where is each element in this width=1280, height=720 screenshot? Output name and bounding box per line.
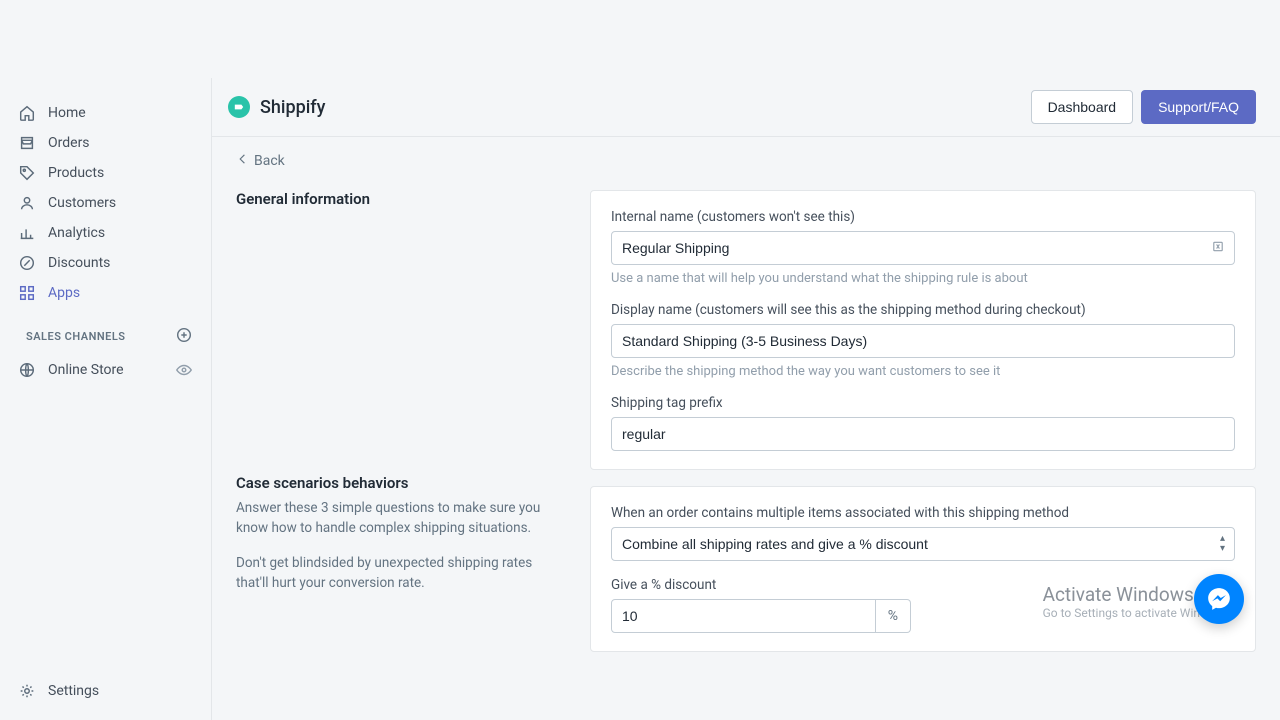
case-scenarios-desc-2: Don't get blindsided by unexpected shipp… [236, 553, 566, 594]
tag-prefix-input[interactable] [611, 417, 1235, 451]
sidebar-item-label: Analytics [48, 225, 105, 241]
discount-input[interactable] [611, 599, 876, 633]
analytics-icon [18, 224, 36, 242]
channels-label-text: SALES CHANNELS [26, 330, 126, 343]
case-scenarios-heading: Case scenarios behaviors [236, 474, 566, 492]
back-link[interactable]: Back [236, 152, 285, 170]
sidebar-item-settings[interactable]: Settings [0, 672, 211, 720]
internal-name-help: Use a name that will help you understand… [611, 271, 1235, 286]
main-content: Shippify Dashboard Support/FAQ Back Gene… [212, 78, 1280, 720]
discount-label: Give a % discount [611, 577, 1235, 593]
display-name-input[interactable] [611, 324, 1235, 358]
sidebar-item-label: Products [48, 165, 104, 181]
sidebar-item-orders[interactable]: Orders [0, 128, 211, 158]
messenger-chat-button[interactable] [1194, 574, 1244, 624]
back-text: Back [254, 153, 285, 169]
sidebar-item-customers[interactable]: Customers [0, 188, 211, 218]
sidebar-item-label: Apps [48, 285, 80, 301]
multi-items-select[interactable]: Combine all shipping rates and give a % … [611, 527, 1235, 561]
sidebar-item-label: Online Store [48, 362, 124, 378]
user-icon [18, 194, 36, 212]
support-faq-button[interactable]: Support/FAQ [1141, 90, 1256, 124]
chevron-left-icon [236, 152, 250, 170]
sidebar-item-label: Customers [48, 195, 116, 211]
home-icon [18, 104, 36, 122]
sidebar-item-online-store[interactable]: Online Store [0, 355, 211, 385]
app-logo-icon [228, 96, 250, 118]
general-info-card: Internal name (customers won't see this)… [590, 190, 1256, 470]
orders-icon [18, 134, 36, 152]
apps-icon [18, 284, 36, 302]
sidebar-item-label: Discounts [48, 255, 110, 271]
eye-icon[interactable] [175, 361, 193, 379]
dashboard-button[interactable]: Dashboard [1031, 90, 1134, 124]
internal-name-label: Internal name (customers won't see this) [611, 209, 1235, 225]
gear-icon [18, 682, 36, 700]
sidebar-item-home[interactable]: Home [0, 98, 211, 128]
sidebar-item-label: Settings [48, 683, 99, 699]
tag-icon [18, 164, 36, 182]
display-name-help: Describe the shipping method the way you… [611, 364, 1235, 379]
tag-prefix-label: Shipping tag prefix [611, 395, 1235, 411]
sidebar-item-label: Orders [48, 135, 90, 151]
add-channel-icon[interactable] [175, 326, 193, 347]
messenger-icon [1206, 586, 1232, 612]
discount-unit: % [876, 599, 911, 633]
store-icon [18, 361, 36, 379]
case-scenarios-card: When an order contains multiple items as… [590, 486, 1256, 652]
sidebar-item-apps[interactable]: Apps [0, 278, 211, 308]
clear-icon[interactable] [1211, 239, 1225, 258]
app-header: Shippify Dashboard Support/FAQ [212, 78, 1280, 137]
sidebar-item-label: Home [48, 105, 86, 121]
sidebar-item-analytics[interactable]: Analytics [0, 218, 211, 248]
multi-items-label: When an order contains multiple items as… [611, 505, 1235, 521]
discount-icon [18, 254, 36, 272]
internal-name-input[interactable] [611, 231, 1235, 265]
sidebar-item-products[interactable]: Products [0, 158, 211, 188]
channels-heading: SALES CHANNELS [0, 308, 211, 355]
display-name-label: Display name (customers will see this as… [611, 302, 1235, 318]
app-title: Shippify [260, 97, 325, 118]
sidebar-item-discounts[interactable]: Discounts [0, 248, 211, 278]
general-info-heading: General information [236, 190, 566, 208]
case-scenarios-desc-1: Answer these 3 simple questions to make … [236, 498, 566, 539]
sidebar: Home Orders Products Customers Analytics… [0, 78, 212, 720]
